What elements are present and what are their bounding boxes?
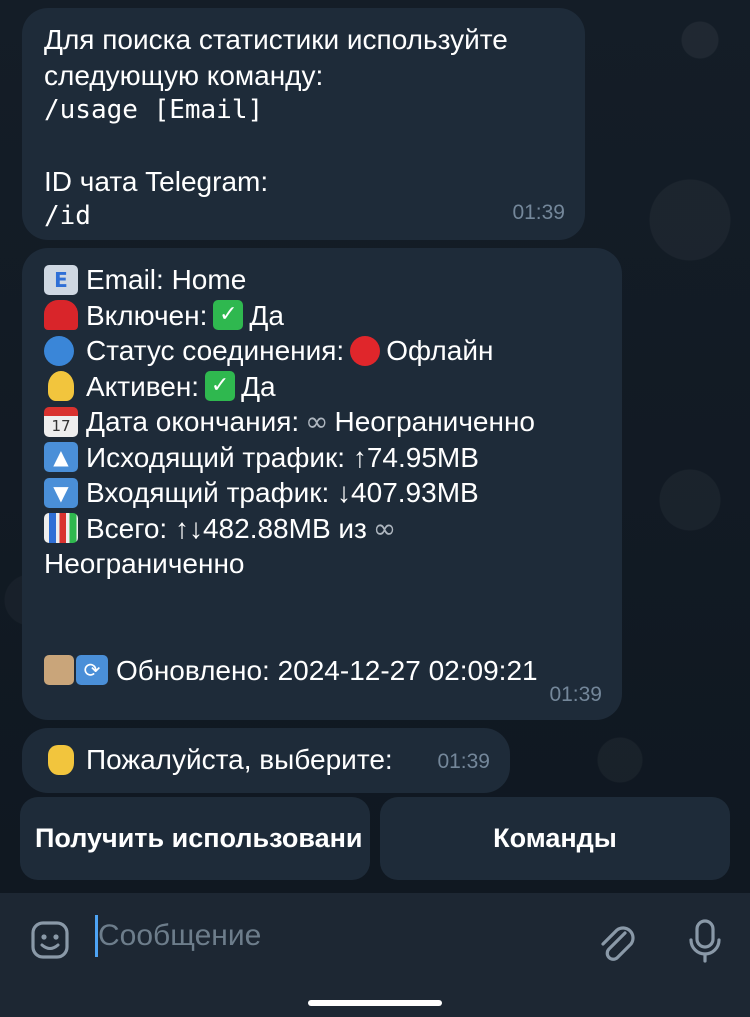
message-time: 01:39 xyxy=(437,749,490,773)
home-indicator[interactable] xyxy=(308,1000,442,1006)
up-arrow-icon: ▲ xyxy=(44,442,78,473)
message-text: следующую команду: xyxy=(44,59,324,91)
command-id[interactable]: /id xyxy=(44,199,563,235)
message-bubble[interactable]: Пожалуйста, выберите: 01:39 xyxy=(22,728,510,793)
get-usage-button[interactable]: Получить использовани xyxy=(20,797,370,880)
message-bubble[interactable]: Для поиска статистики используйте следую… xyxy=(22,8,585,240)
incoming-traffic-line: ▼ Входящий трафик: ↓407.93MB xyxy=(44,475,600,511)
pointing-down-icon xyxy=(48,744,74,775)
check-icon: ✓ xyxy=(213,300,244,331)
calendar-icon: 17 xyxy=(44,406,78,437)
infinity-icon: ∞ xyxy=(305,405,329,438)
commands-button[interactable]: Команды xyxy=(380,797,730,880)
message-time: 01:39 xyxy=(512,200,565,224)
lightbulb-icon xyxy=(48,371,74,402)
siren-icon xyxy=(44,300,78,331)
outgoing-traffic-line: ▲ Исходящий трафик: ↑74.95MB xyxy=(44,440,600,476)
updated-line: ⟳ Обновлено: 2024-12-27 02:09:21 xyxy=(44,653,600,689)
message-text: Для поиска статистики используйте xyxy=(44,24,508,55)
microphone-icon[interactable] xyxy=(685,918,725,964)
red-circle-icon xyxy=(350,335,381,366)
globe-icon xyxy=(44,335,74,366)
refresh-icon: ⟳ xyxy=(76,655,108,686)
total-value: Неограниченно xyxy=(44,548,245,579)
message-composer: Сообщение xyxy=(0,893,750,988)
connection-line: Статус соединения: Офлайн xyxy=(44,333,600,369)
prompt-line: Пожалуйста, выберите: xyxy=(44,742,488,778)
clipboard-icon xyxy=(44,655,74,686)
command-usage[interactable]: /usage [Email] xyxy=(44,93,563,129)
active-line: Активен: ✓ Да xyxy=(44,369,600,405)
enabled-line: Включен: ✓ Да xyxy=(44,298,600,334)
sticker-icon[interactable] xyxy=(30,920,70,960)
envelope-icon: E xyxy=(44,264,78,295)
infinity-icon: ∞ xyxy=(372,511,397,545)
system-nav-bar xyxy=(0,988,750,1017)
total-traffic-line: Всего: ↑↓482.88MB из ∞ xyxy=(44,511,600,547)
bar-chart-icon xyxy=(44,513,78,544)
message-time: 01:39 xyxy=(549,682,602,706)
end-date-line: 17 Дата окончания: ∞ Неограниченно xyxy=(44,404,600,440)
check-icon: ✓ xyxy=(205,371,236,402)
message-bubble[interactable]: E Email: Home Включен: ✓ Да Статус соеди… xyxy=(22,248,622,720)
email-line: E Email: Home xyxy=(44,262,600,298)
message-text: ID чата Telegram: xyxy=(44,165,269,197)
attach-icon[interactable] xyxy=(595,919,637,963)
down-arrow-icon: ▼ xyxy=(44,477,78,508)
message-input[interactable]: Сообщение xyxy=(98,919,261,953)
